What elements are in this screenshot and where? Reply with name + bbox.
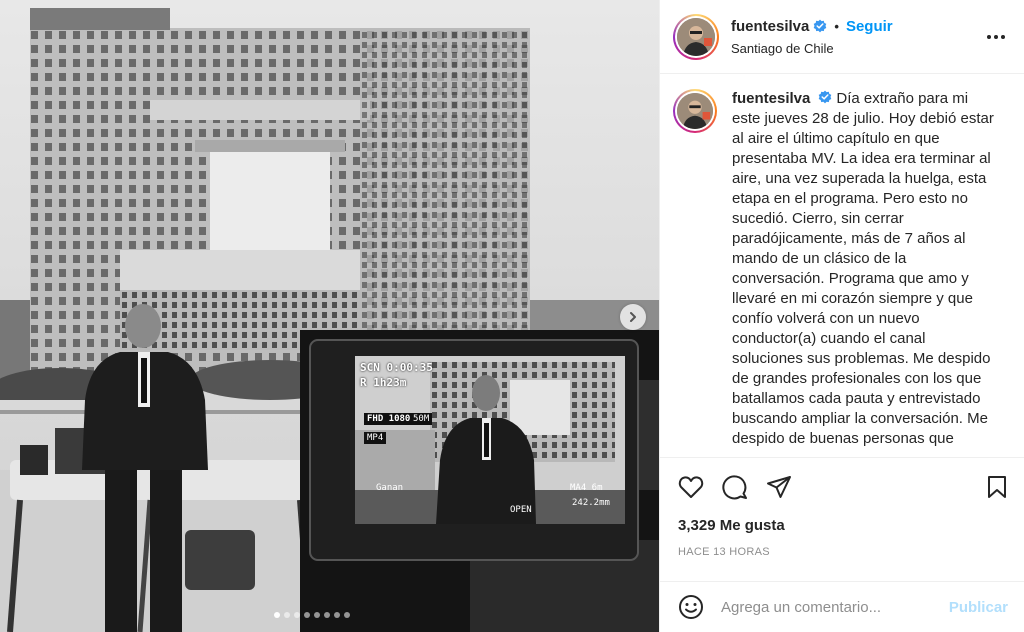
- camera-scn-readout: SCN 0:00:35: [360, 361, 433, 374]
- next-photo-button[interactable]: [620, 304, 646, 330]
- carousel-dot: [284, 612, 290, 618]
- carousel-dot: [294, 612, 300, 618]
- like-button[interactable]: [677, 473, 705, 501]
- caption-text: fuentesilva Día extraño para mi este jue…: [732, 89, 998, 457]
- verified-badge-icon: [818, 90, 832, 104]
- post-header: fuentesilva • Seguir Santiago de Chile: [660, 0, 1024, 74]
- carousel-dot: [274, 612, 280, 618]
- share-icon: [767, 475, 791, 498]
- publish-button[interactable]: Publicar: [949, 599, 1008, 616]
- camera-rec-readout: R 1h23m: [360, 376, 407, 390]
- more-options-button[interactable]: [984, 25, 1008, 49]
- avatar-image: [677, 93, 713, 129]
- chevron-right-icon: [630, 312, 636, 322]
- carousel-dot: [324, 612, 330, 618]
- action-bar: [660, 457, 1024, 515]
- save-button[interactable]: [983, 473, 1011, 501]
- comment-input[interactable]: [721, 598, 949, 616]
- comment-icon: [722, 474, 747, 499]
- verified-badge-icon: [813, 19, 827, 33]
- heart-icon: [678, 475, 704, 498]
- comment-bar: Publicar: [660, 581, 1024, 632]
- more-options-icon: [987, 34, 1005, 39]
- post-timestamp[interactable]: HACE 13 HORAS: [678, 546, 770, 558]
- username-link[interactable]: fuentesilva: [731, 18, 809, 35]
- caption-body: Día extraño para mi este jueves 28 de ju…: [732, 90, 994, 447]
- carousel-dots: [274, 612, 350, 618]
- camera-open-readout: OPEN: [510, 505, 532, 515]
- carousel-dot: [334, 612, 340, 618]
- share-button[interactable]: [765, 473, 793, 501]
- carousel-dot: [344, 612, 350, 618]
- emoji-button[interactable]: [677, 593, 705, 621]
- post-side-panel: fuentesilva • Seguir Santiago de Chile f…: [659, 0, 1024, 632]
- separator-dot: •: [834, 18, 839, 34]
- caption-username-link[interactable]: fuentesilva: [732, 90, 810, 107]
- post-photo[interactable]: SCN 0:00:35 R 1h23m FHD 1080 50M MP4 Gan…: [0, 0, 659, 632]
- emoji-icon: [679, 595, 703, 619]
- caption-section: fuentesilva Día extraño para mi este jue…: [660, 75, 1024, 457]
- camera-focal-readout: 242.2mm: [572, 498, 610, 508]
- follow-button[interactable]: Seguir: [846, 18, 893, 35]
- post-image: [0, 0, 659, 632]
- bookmark-icon: [988, 475, 1006, 498]
- carousel-dot: [314, 612, 320, 618]
- caption-avatar[interactable]: [673, 89, 717, 133]
- avatar-image: [677, 17, 715, 56]
- likes-count[interactable]: 3,329 Me gusta: [678, 517, 785, 534]
- camera-iso-readout: MA4 6m: [570, 483, 603, 493]
- camera-gain-readout: Ganan: [376, 483, 404, 493]
- camera-bitrate-badge: 50M: [410, 413, 433, 425]
- camera-format-badge: MP4: [364, 432, 387, 444]
- camera-fhd-badge: FHD 1080: [364, 413, 414, 425]
- avatar[interactable]: [673, 13, 719, 60]
- location-link[interactable]: Santiago de Chile: [731, 41, 984, 56]
- comment-button[interactable]: [721, 473, 749, 501]
- carousel-dot: [304, 612, 310, 618]
